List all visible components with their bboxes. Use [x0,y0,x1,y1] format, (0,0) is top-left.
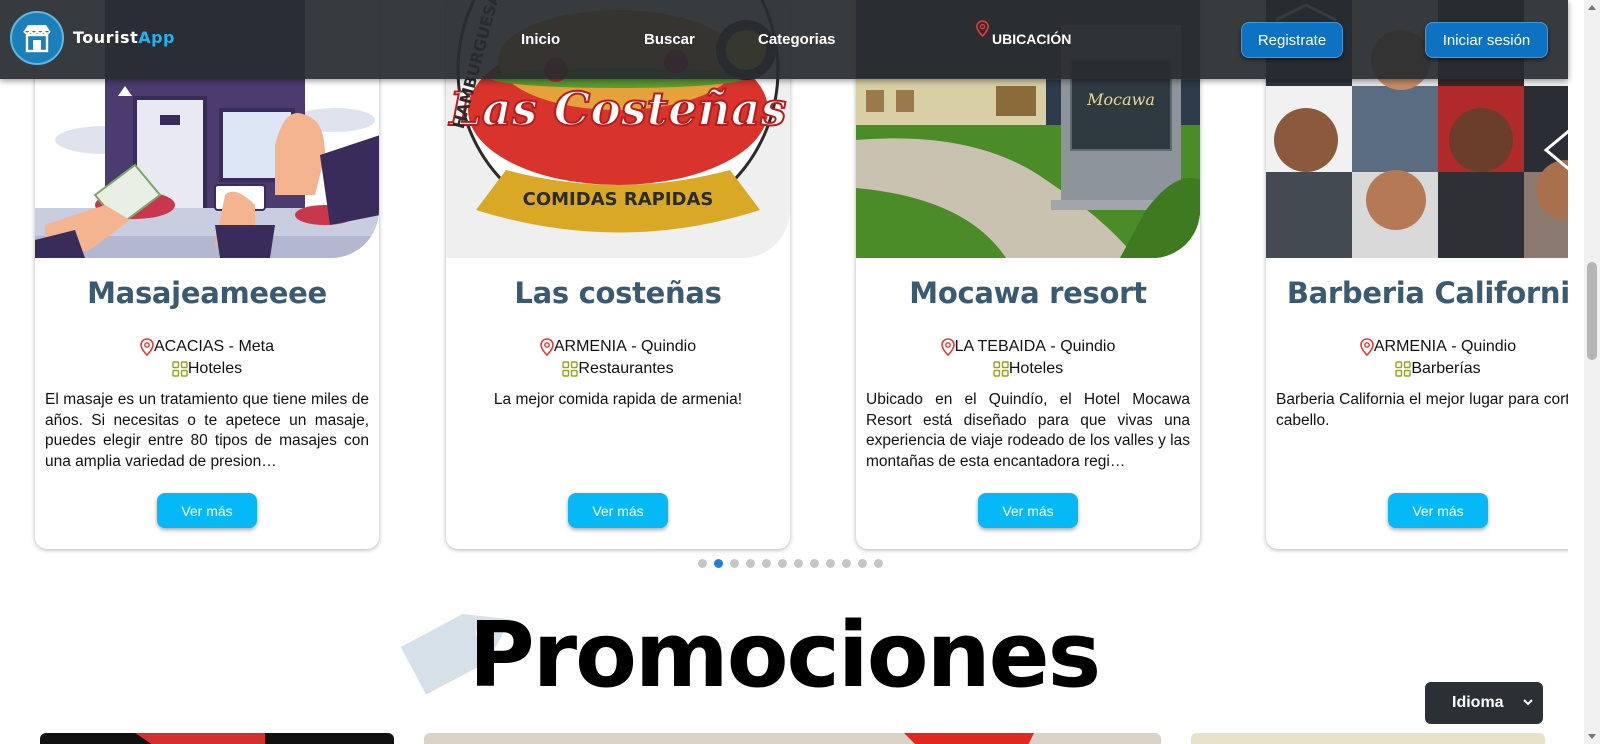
top-navbar: TouristApp Inicio Buscar Categorias UBIC… [0,0,1568,79]
carousel-dot[interactable] [858,559,867,568]
card-title: Las costeñas [514,276,722,310]
card-city: LA TEBAIDA [954,338,1046,355]
card-description: Ubicado en el Quindío, el Hotel Mocawa R… [866,391,1190,470]
business-card: Masajeameeee ACACIAS - Meta Hoteles El m… [35,0,379,549]
touristapp-logo[interactable] [10,11,64,65]
carousel-indicators [698,559,883,568]
card-region: Quindio [640,338,697,355]
store-icon [23,25,51,53]
card-location: ARMENIA - Quindio [1266,338,1568,356]
svg-text:Mocawa: Mocawa [1086,90,1155,109]
card-title: Mocawa resort [909,276,1147,310]
card-category: Barberías [1266,360,1568,378]
nav-link-categorias[interactable]: Categorias [758,31,836,48]
card-city: ARMENIA [553,338,627,355]
card-location: ACACIAS - Meta [35,338,379,356]
card-location: ARMENIA - Quindio [446,338,790,356]
business-card: Mocawa Mocawa resort LA TEBAIDA - Quindi… [856,0,1200,549]
promo-card[interactable] [1191,733,1545,744]
card-category-label: Hoteles [187,360,243,377]
card-city: ACACIAS [153,338,225,355]
carousel-dot[interactable] [874,559,883,568]
card-location-separator: - [224,338,239,355]
carousel-dot[interactable] [810,559,819,568]
card-location-separator: - [1045,338,1061,355]
promotions-heading: Promociones [468,603,1102,708]
card-category: Hoteles [856,360,1200,378]
carousel-dot[interactable] [762,559,771,568]
carousel-dot[interactable] [714,559,723,568]
nav-link-ubicacion[interactable]: UBICACIÓN [992,31,1071,47]
card-image-subtitle-text: COMIDAS RAPIDAS [523,189,714,210]
brand-name-part1: Tourist [73,28,139,47]
ver-mas-button[interactable]: Ver más [1388,493,1488,528]
card-region: Meta [238,338,275,355]
card-location-separator: - [626,338,641,355]
location-pin-icon [1360,338,1374,356]
ver-mas-button[interactable]: Ver más [568,493,668,528]
carousel-dot[interactable] [746,559,755,568]
language-select[interactable]: Idioma [1425,682,1543,724]
login-button[interactable]: Iniciar sesión [1425,22,1548,58]
scroll-down-arrow[interactable] [1588,734,1596,739]
location-pin-icon [540,338,554,356]
carousel-dot[interactable] [794,559,803,568]
card-location: LA TEBAIDA - Quindio [856,338,1200,356]
card-city: ARMENIA [1373,338,1447,355]
card-category-label: Barberías [1411,360,1481,377]
card-title: Barberia California [1286,276,1568,310]
nav-link-inicio[interactable]: Inicio [521,31,560,48]
carousel-dot[interactable] [778,559,787,568]
card-location-separator: - [1446,338,1461,355]
location-pin-icon [140,338,154,356]
carousel-dot[interactable] [698,559,707,568]
category-grid-icon [1395,361,1412,377]
carousel-dot[interactable] [842,559,851,568]
card-category-label: Restaurantes [578,360,674,377]
card-category: Hoteles [35,360,379,378]
scrollbar-thumb[interactable] [1587,262,1597,360]
nav-link-buscar[interactable]: Buscar [644,31,695,48]
business-carousel: Masajeameeee ACACIAS - Meta Hoteles El m… [0,0,1568,560]
brand-name-part2: App [138,28,176,47]
location-pin-icon [976,20,989,37]
brand-name[interactable]: TouristApp [73,28,175,47]
category-grid-icon [993,361,1009,377]
promo-card[interactable] [424,733,1161,744]
language-select-label: Idioma [1452,694,1504,711]
ver-mas-button[interactable]: Ver más [157,493,257,528]
chevron-down-icon [1523,699,1533,706]
category-grid-icon [562,361,579,377]
carousel-dot[interactable] [730,559,739,568]
ver-mas-button[interactable]: Ver más [978,493,1078,528]
card-description: Barberia California el mejor lugar para … [1276,391,1568,429]
business-card: Las Costeñas COMIDAS RAPIDAS HAMBURGUESA… [446,0,790,549]
scroll-up-arrow[interactable] [1588,5,1596,10]
card-region: Quindio [1460,338,1517,355]
carousel-dot[interactable] [826,559,835,568]
register-button[interactable]: Registrate [1241,22,1343,58]
card-description: El masaje es un tratamiento que tiene mi… [45,391,369,470]
card-category: Restaurantes [446,360,790,378]
page-scrollbar[interactable] [1584,0,1600,744]
card-description: La mejor comida rapida de armenia! [493,391,743,408]
card-title: Masajeameeee [87,276,327,310]
card-region: Quindio [1060,338,1116,355]
category-grid-icon [172,361,188,377]
card-image-brand-text: Las Costeñas [448,82,787,136]
business-card: Barberia California ARMENIA - Quindio Ba… [1266,0,1568,549]
promo-card[interactable] [40,733,394,744]
location-pin-icon [940,338,955,356]
card-category-label: Hoteles [1008,360,1064,377]
